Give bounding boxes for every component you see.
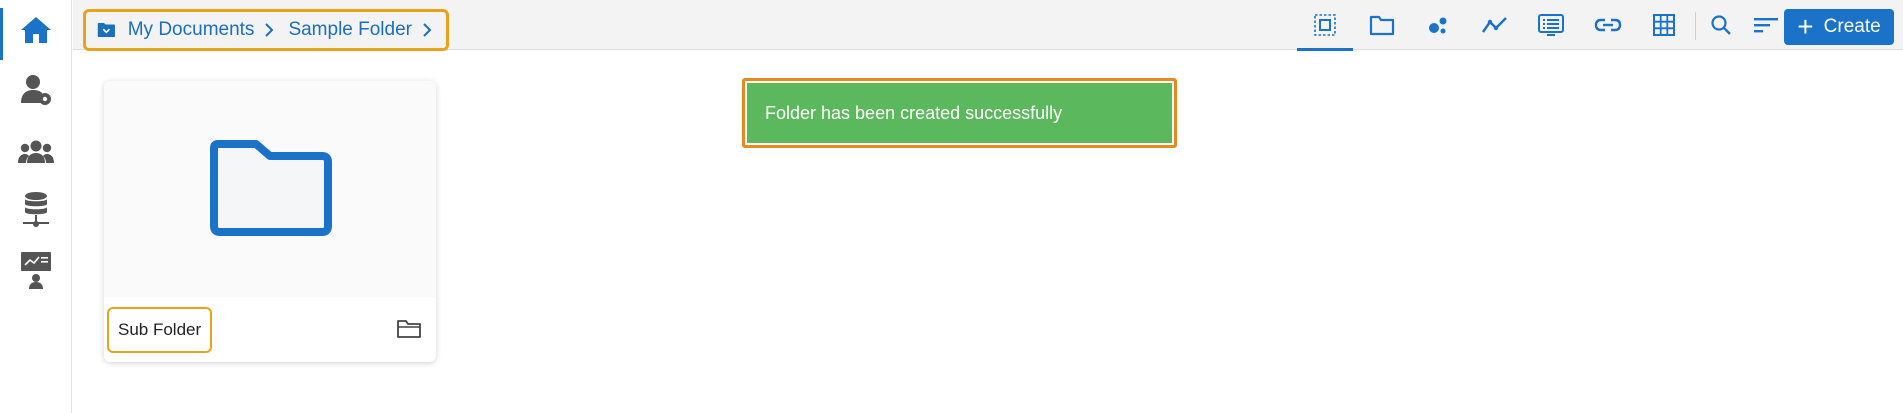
folder-card[interactable]: Sub Folder: [104, 81, 436, 362]
home-icon: [21, 17, 51, 43]
create-button-label: Create: [1823, 16, 1881, 37]
card-thumbnail: [104, 81, 436, 297]
create-button[interactable]: + Create: [1784, 9, 1894, 45]
sort-icon: [1754, 18, 1778, 33]
plus-icon: +: [1797, 11, 1814, 42]
breadcrumb-item-my-documents[interactable]: My Documents: [128, 19, 255, 41]
database-network-icon: [23, 192, 49, 227]
list-icon: [1538, 14, 1564, 36]
sidebar: [0, 0, 72, 413]
folder-dropdown-icon[interactable]: [97, 20, 116, 40]
app-window: My Documents Sample Folder + Create Sub …: [0, 0, 1903, 413]
user-settings-icon: [21, 75, 51, 105]
line-chart-icon: [1482, 17, 1507, 33]
select-all-icon: [1314, 14, 1336, 36]
presentation-icon: [21, 252, 51, 289]
tool-line-chart[interactable]: [1467, 0, 1523, 50]
breadcrumb-item-sample-folder[interactable]: Sample Folder: [288, 19, 412, 41]
tool-link[interactable]: [1580, 0, 1636, 50]
folder-large-icon: [210, 140, 332, 236]
tool-list[interactable]: [1523, 0, 1579, 50]
link-icon: [1594, 18, 1622, 32]
tool-sort[interactable]: [1743, 0, 1789, 50]
scatter-icon: [1429, 17, 1447, 34]
users-group-icon: [18, 140, 54, 163]
success-toast: Folder has been created successfully: [742, 78, 1177, 148]
card-footer: Sub Folder: [104, 297, 436, 362]
folder-icon: [1369, 15, 1395, 36]
sidebar-item-user-settings[interactable]: [0, 64, 72, 116]
chevron-right-icon: [264, 22, 274, 38]
tool-grid[interactable]: [1636, 0, 1692, 50]
chevron-right-icon: [422, 22, 432, 38]
search-icon: [1711, 15, 1731, 35]
tool-search[interactable]: [1698, 0, 1744, 50]
sidebar-item-presentation[interactable]: [0, 244, 72, 296]
tool-folder[interactable]: [1354, 0, 1410, 50]
tool-select-all[interactable]: [1297, 0, 1353, 51]
breadcrumb: My Documents Sample Folder: [83, 9, 449, 51]
sidebar-item-user-groups[interactable]: [0, 126, 72, 178]
grid-icon: [1653, 14, 1675, 36]
toolbar-divider: [1695, 12, 1696, 40]
folder-outline-icon: [397, 320, 421, 338]
toast-message: Folder has been created successfully: [747, 83, 1172, 143]
card-title[interactable]: Sub Folder: [107, 307, 213, 353]
tool-scatter[interactable]: [1410, 0, 1466, 50]
top-bar: My Documents Sample Folder + Create: [73, 0, 1903, 51]
sidebar-item-data-connectors[interactable]: [0, 184, 72, 236]
sidebar-item-home[interactable]: [0, 4, 72, 60]
